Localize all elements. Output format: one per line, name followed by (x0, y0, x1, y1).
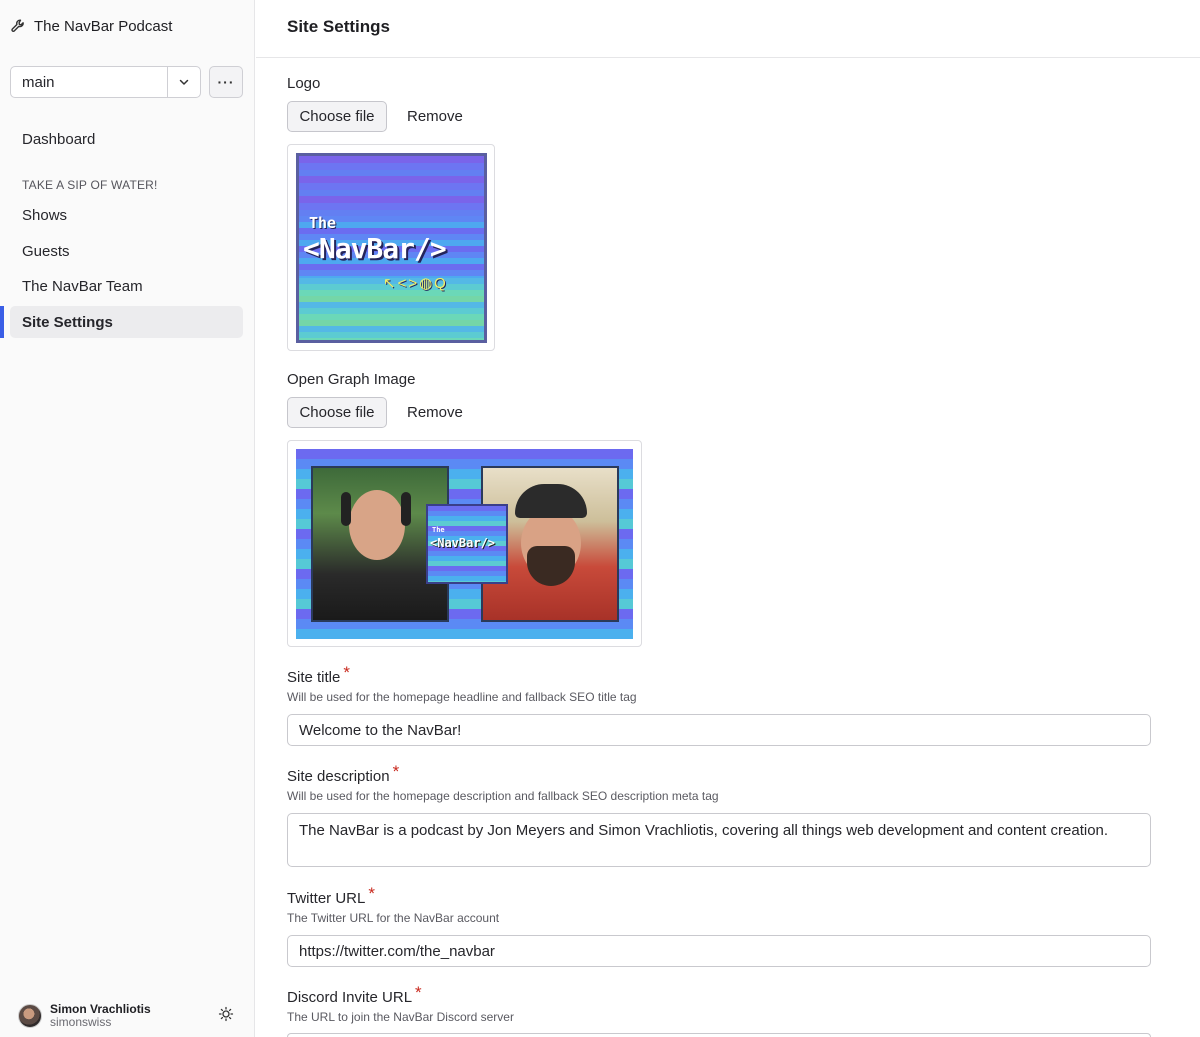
sidebar-item-label: Shows (22, 206, 68, 224)
twitter-url-hint: The Twitter URL for the NavBar account (287, 911, 500, 925)
og-image-remove-button[interactable]: Remove (407, 397, 463, 428)
logo-image-icons: ↖<>◍Q (383, 275, 448, 292)
more-options-button[interactable]: ··· (209, 66, 243, 98)
app-title[interactable]: The NavBar Podcast (10, 16, 172, 36)
sidebar-item-label: Site Settings (22, 313, 113, 331)
site-description-hint: Will be used for the homepage descriptio… (287, 789, 719, 803)
logo-label: Logo (287, 75, 321, 92)
wrench-icon (10, 18, 26, 34)
twitter-url-input[interactable]: https://twitter.com/the_navbar (287, 935, 1151, 967)
sidebar-section-label: TAKE A SIP OF WATER! (22, 178, 158, 192)
sidebar-item-site-settings[interactable]: Site Settings (10, 306, 243, 338)
page-header: Site Settings (256, 0, 1200, 58)
twitter-url-label: Twitter URL * (287, 884, 375, 907)
sidebar-item-dashboard[interactable]: Dashboard (10, 123, 243, 155)
og-mini-logo: The <NavBar/> (426, 504, 508, 584)
avatar (18, 1004, 42, 1028)
navbar-logo-image: The <NavBar/> ↖<>◍Q (296, 153, 487, 343)
sidebar-item-shows[interactable]: Shows (10, 199, 243, 231)
site-title-label: Site title * (287, 663, 350, 686)
required-indicator: * (415, 983, 422, 1002)
logo-image-text: <NavBar/> (303, 232, 447, 265)
site-description-textarea[interactable]: The NavBar is a podcast by Jon Meyers an… (287, 813, 1151, 867)
chevron-down-icon (167, 67, 200, 97)
user-profile[interactable]: Simon Vrachliotis simonswiss (18, 1003, 151, 1029)
og-image: The <NavBar/> (296, 449, 633, 639)
discord-url-hint: The URL to join the NavBar Discord serve… (287, 1010, 514, 1024)
logo-image-text: The (309, 214, 337, 232)
discord-url-label: Discord Invite URL * (287, 983, 422, 1006)
site-title-hint: Will be used for the homepage headline a… (287, 690, 637, 704)
discord-url-input[interactable] (287, 1033, 1151, 1037)
required-indicator: * (343, 663, 350, 682)
sidebar-item-label: The NavBar Team (22, 277, 143, 295)
logo-choose-file-button[interactable]: Choose file (287, 101, 387, 132)
required-indicator: * (368, 884, 375, 903)
sidebar-item-label: Guests (22, 242, 70, 260)
sidebar: The NavBar Podcast main ··· Dashboard TA… (0, 0, 255, 1037)
ellipsis-icon: ··· (217, 74, 235, 90)
og-image-choose-file-button[interactable]: Choose file (287, 397, 387, 428)
sun-icon (218, 1006, 234, 1027)
site-title-input[interactable]: Welcome to the NavBar! (287, 714, 1151, 746)
logo-remove-button[interactable]: Remove (407, 101, 463, 132)
page-title: Site Settings (287, 17, 390, 36)
site-description-label: Site description * (287, 762, 400, 785)
active-indicator (0, 306, 4, 338)
theme-toggle-button[interactable] (217, 1006, 235, 1027)
sidebar-item-team[interactable]: The NavBar Team (10, 270, 243, 302)
sidebar-item-label: Dashboard (22, 130, 96, 148)
logo-preview: The <NavBar/> ↖<>◍Q (287, 144, 495, 351)
app-title-text: The NavBar Podcast (34, 17, 173, 35)
og-image-label: Open Graph Image (287, 371, 416, 388)
user-handle: simonswiss (50, 1015, 112, 1029)
sidebar-item-guests[interactable]: Guests (10, 235, 243, 267)
og-image-preview: The <NavBar/> (287, 440, 642, 647)
branch-select-value: main (22, 73, 55, 91)
required-indicator: * (392, 762, 400, 781)
branch-select[interactable]: main (10, 66, 201, 98)
